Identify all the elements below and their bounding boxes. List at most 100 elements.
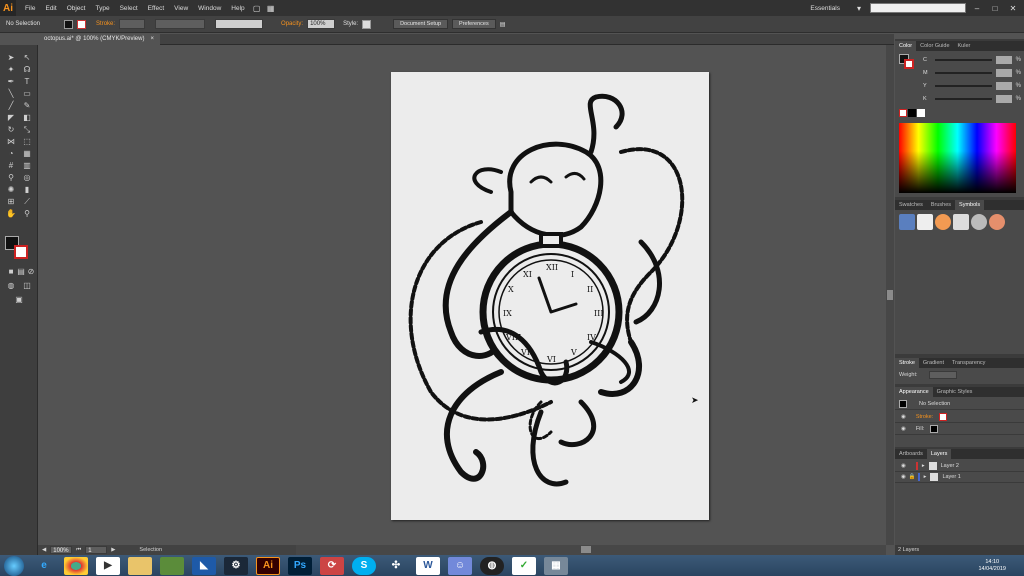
- draw-inside-icon[interactable]: ◫: [20, 281, 34, 291]
- variable-width-field[interactable]: [155, 19, 206, 29]
- tab-appearance[interactable]: Appearance: [895, 387, 933, 397]
- mesh-tool-icon[interactable]: #: [4, 161, 18, 171]
- opacity-field[interactable]: 100%: [307, 19, 336, 29]
- color-stroke-box[interactable]: [904, 59, 914, 69]
- internet-explorer-icon[interactable]: e: [32, 557, 56, 575]
- opacity-label[interactable]: Opacity:: [281, 21, 303, 27]
- pencil-tool-icon[interactable]: ✎: [20, 101, 34, 111]
- stroke-swatch[interactable]: [77, 19, 87, 29]
- black-swatch[interactable]: [908, 109, 916, 117]
- layer-name[interactable]: Layer 2: [941, 463, 959, 469]
- white-swatch[interactable]: [917, 109, 925, 117]
- expand-arrow-icon[interactable]: ▸: [922, 463, 925, 469]
- channel-m-slider[interactable]: [934, 71, 993, 74]
- app-icon[interactable]: ⟳: [320, 556, 344, 575]
- network-tool-icon[interactable]: ✣: [384, 557, 408, 575]
- free-transform-icon[interactable]: ⬚: [20, 137, 34, 147]
- layer-row[interactable]: ◉ 🔒 ▸ Layer 1: [895, 472, 1024, 483]
- artboard[interactable]: XII I II III IV V VI VII VIII IX X XI: [391, 72, 709, 520]
- channel-k-slider[interactable]: [934, 97, 993, 100]
- layer-row[interactable]: ◉ ▸ Layer 2: [895, 461, 1024, 472]
- pen-tool-icon[interactable]: ✒: [4, 77, 18, 87]
- none-mode-icon[interactable]: ⊘: [24, 267, 38, 277]
- artboard-tool-icon[interactable]: ⊞: [4, 197, 18, 207]
- menu-effect[interactable]: Effect: [143, 5, 170, 12]
- tab-brushes[interactable]: Brushes: [927, 200, 955, 210]
- tab-color[interactable]: Color: [895, 41, 917, 51]
- slice-tool-icon[interactable]: ⟋: [20, 197, 34, 207]
- minecraft-icon[interactable]: [160, 556, 184, 575]
- expand-arrow-icon[interactable]: ▸: [924, 474, 927, 480]
- appearance-fill-label[interactable]: Fill:: [916, 426, 925, 432]
- stroke-color-box[interactable]: [14, 245, 28, 259]
- system-clock[interactable]: 14:10 14/04/2019: [978, 559, 1024, 573]
- tab-kuler[interactable]: Kuler: [954, 41, 975, 51]
- tab-color-guide[interactable]: Color Guide: [916, 41, 953, 51]
- width-tool-icon[interactable]: ⋈: [4, 137, 18, 147]
- horizontal-scroll-thumb[interactable]: [581, 546, 591, 553]
- file-explorer-icon[interactable]: [128, 556, 152, 575]
- eye-icon[interactable]: ◉: [901, 463, 906, 469]
- vertical-scroll-thumb[interactable]: [887, 290, 893, 300]
- tab-graphic-styles[interactable]: Graphic Styles: [933, 387, 977, 397]
- symbol-splat[interactable]: [917, 214, 933, 230]
- close-tab-icon[interactable]: ×: [150, 34, 154, 45]
- none-swatch[interactable]: [899, 109, 907, 117]
- tab-stroke[interactable]: Stroke: [895, 358, 919, 368]
- tab-layers[interactable]: Layers: [926, 449, 952, 459]
- symbol-page[interactable]: [953, 214, 969, 230]
- brush-definition-field[interactable]: [215, 19, 264, 29]
- paintbrush-tool-icon[interactable]: ╱: [4, 101, 18, 111]
- direct-selection-tool-icon[interactable]: ↖: [20, 53, 34, 63]
- symbol-gear[interactable]: [971, 214, 987, 230]
- draw-mode-icon[interactable]: ◍: [4, 281, 18, 291]
- lock-icon[interactable]: 🔒: [909, 474, 916, 480]
- stroke-weight-field[interactable]: [119, 19, 146, 29]
- channel-k-value[interactable]: [996, 94, 1012, 103]
- horizontal-scrollbar[interactable]: [296, 545, 886, 555]
- steam-icon[interactable]: ⚙: [224, 556, 248, 575]
- blend-tool-icon[interactable]: ◎: [20, 173, 34, 183]
- eye-icon[interactable]: ◉: [901, 414, 906, 420]
- menu-type[interactable]: Type: [90, 5, 114, 12]
- channel-c-value[interactable]: [996, 55, 1012, 64]
- tab-swatches[interactable]: Swatches: [895, 200, 927, 210]
- canvas[interactable]: XII I II III IV V VI VII VIII IX X XI ➤: [39, 45, 886, 545]
- vertical-scrollbar[interactable]: [886, 45, 894, 545]
- prev-artboard-icon[interactable]: ◀: [42, 547, 46, 553]
- menu-file[interactable]: File: [20, 5, 40, 12]
- magic-wand-icon[interactable]: ✦: [4, 65, 18, 75]
- tab-transparency[interactable]: Transparency: [948, 358, 989, 368]
- arrange-icon[interactable]: ▤: [500, 21, 506, 28]
- notepad-icon[interactable]: ✓: [512, 556, 536, 575]
- style-swatch[interactable]: [362, 19, 372, 29]
- color-spectrum[interactable]: [899, 123, 1016, 193]
- help-search-input[interactable]: [870, 3, 966, 13]
- fill-swatch[interactable]: [64, 19, 74, 29]
- rectangle-tool-icon[interactable]: ▭: [20, 89, 34, 99]
- zoom-tool-icon[interactable]: ⚲: [20, 209, 34, 219]
- menu-select[interactable]: Select: [115, 5, 143, 12]
- tab-artboards[interactable]: Artboards: [895, 449, 927, 459]
- document-setup-button[interactable]: Document Setup: [393, 19, 449, 29]
- photoshop-taskbar-icon[interactable]: Ps: [288, 556, 312, 575]
- screen-mode-icon[interactable]: ▣: [12, 295, 26, 305]
- eyedropper-tool-icon[interactable]: ⚲: [4, 173, 18, 183]
- stroke-label[interactable]: Stroke:: [96, 21, 115, 27]
- tab-gradient[interactable]: Gradient: [919, 358, 948, 368]
- maximize-icon[interactable]: □: [988, 2, 1002, 14]
- channel-c-slider[interactable]: [934, 58, 993, 61]
- menu-edit[interactable]: Edit: [40, 5, 61, 12]
- appearance-fill-swatch[interactable]: [930, 425, 939, 433]
- media-icon[interactable]: ▶: [96, 556, 120, 575]
- eraser-tool-icon[interactable]: ◧: [20, 113, 34, 123]
- column-graph-icon[interactable]: ▮: [20, 185, 34, 195]
- preferences-button[interactable]: Preferences: [452, 19, 496, 29]
- menu-help[interactable]: Help: [226, 5, 249, 12]
- minimize-icon[interactable]: –: [970, 2, 984, 14]
- workspace-switcher[interactable]: Essentials: [810, 5, 848, 12]
- line-tool-icon[interactable]: ╲: [4, 89, 18, 99]
- appearance-stroke-swatch[interactable]: [939, 413, 948, 421]
- symbol-orange-circle[interactable]: [935, 214, 951, 230]
- symbol-flower[interactable]: [989, 214, 1005, 230]
